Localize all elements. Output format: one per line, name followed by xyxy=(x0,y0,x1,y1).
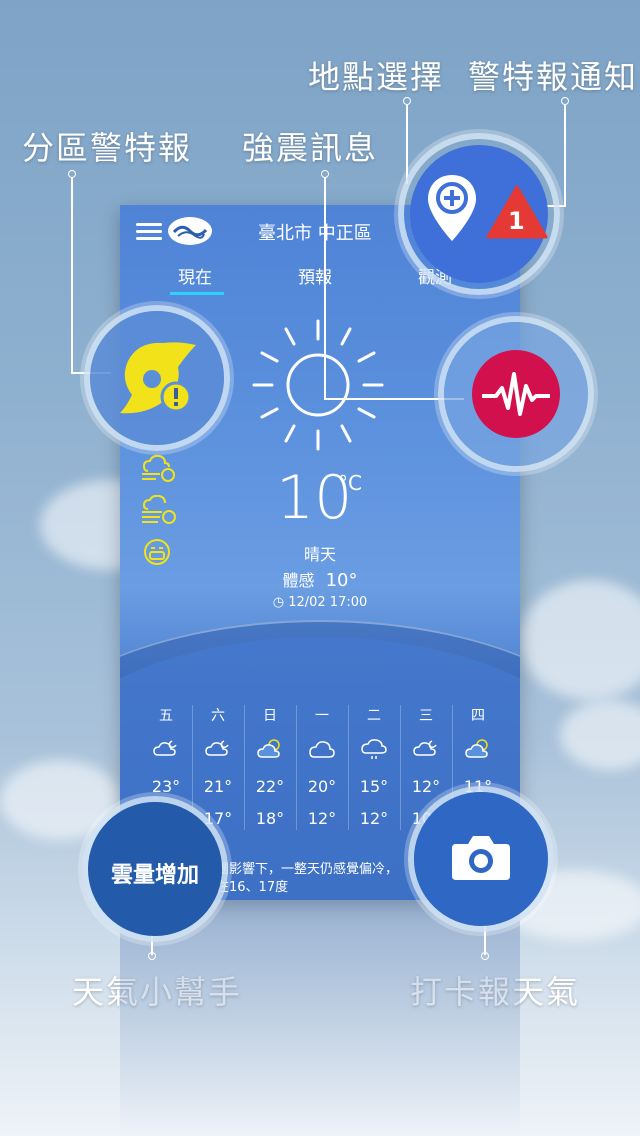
active-tab-indicator xyxy=(170,292,224,295)
partly-sunny-icon xyxy=(465,739,488,758)
forecast-day-name: 一 xyxy=(315,708,329,724)
forecast-high: 15° xyxy=(359,777,389,796)
forecast-day-name: 日 xyxy=(263,708,277,724)
update-time: ◷ 12/02 17:00 xyxy=(120,595,520,610)
district-warning-bubble[interactable] xyxy=(84,305,230,451)
cloud xyxy=(560,700,640,770)
cloud xyxy=(520,580,640,700)
cloudy-icon xyxy=(309,741,335,758)
helper-note-line: 在16、17度 xyxy=(216,880,289,895)
connector-dot xyxy=(403,97,411,105)
connector-dot xyxy=(68,170,76,178)
update-time-text: 12/02 17:00 xyxy=(288,595,368,610)
feels-like-label: 體感 xyxy=(282,571,315,590)
connector-dot xyxy=(561,97,569,105)
camera-icon[interactable] xyxy=(450,834,512,882)
tab-now[interactable]: 現在 xyxy=(178,263,212,288)
label-earthquake: 強震訊息 xyxy=(242,129,379,167)
earthquake-bubble[interactable] xyxy=(438,316,594,472)
weather-condition: 晴天 xyxy=(303,545,336,564)
typhoon-icon xyxy=(120,342,196,414)
connector-dot xyxy=(321,170,329,178)
connector-dot xyxy=(148,952,156,960)
feels-like-value: 10° xyxy=(325,570,358,591)
city-name[interactable]: 臺北市 中正區 xyxy=(258,219,372,245)
label-location-select: 地點選擇 xyxy=(308,58,445,96)
partly-cloudy-night-icon xyxy=(413,740,437,756)
wind-alert-icon[interactable] xyxy=(140,453,176,483)
forecast-day-name: 六 xyxy=(211,708,225,724)
label-district-warning: 分區警特報 xyxy=(22,129,193,167)
partly-cloudy-night-icon xyxy=(153,740,177,756)
connector-line xyxy=(564,104,566,206)
forecast-low: 18° xyxy=(255,809,285,828)
partly-sunny-icon xyxy=(257,739,280,758)
rain-cloud-icon xyxy=(361,739,387,759)
sun-icon xyxy=(252,319,384,451)
add-location-icon[interactable] xyxy=(426,173,478,245)
helper-note: 團影響下，一整天仍感覺偏冷， 在16、17度 xyxy=(216,861,398,897)
connector-line xyxy=(406,104,408,184)
connector-line xyxy=(324,177,326,399)
forecast-high: 20° xyxy=(307,777,337,796)
forecast-high: 23° xyxy=(151,777,181,796)
label-warning-notify: 警特報通知 xyxy=(468,58,639,96)
weather-helper-bubble[interactable]: 雲量增加 xyxy=(82,796,228,942)
connector-dot xyxy=(481,952,489,960)
tab-forecast[interactable]: 預報 xyxy=(298,263,332,288)
helper-note-line: 團影響下，一整天仍感覺偏冷， xyxy=(216,862,399,877)
forecast-high: 12° xyxy=(411,777,441,796)
forecast-high: 22° xyxy=(255,777,285,796)
forecast-low: 12° xyxy=(307,809,337,828)
forecast-day-name: 三 xyxy=(419,708,433,724)
checkin-camera-bubble[interactable] xyxy=(408,786,554,932)
forecast-high: 21° xyxy=(203,777,233,796)
cwb-logo xyxy=(168,217,212,245)
temperature-unit: °C xyxy=(338,471,362,495)
feels-like: 體感 10° xyxy=(120,567,520,591)
fog-alert-icon[interactable] xyxy=(140,495,176,525)
forecast-low: 12° xyxy=(359,809,389,828)
forecast-day-name: 五 xyxy=(159,708,173,724)
menu-icon[interactable] xyxy=(136,223,162,241)
earthquake-icon xyxy=(482,372,550,416)
forecast-day-name: 二 xyxy=(367,708,381,724)
helper-bubble-text: 雲量增加 xyxy=(110,863,199,888)
forecast-day-name: 四 xyxy=(471,708,485,724)
location-warning-bubble[interactable]: 1 xyxy=(398,133,560,295)
partly-cloudy-night-icon xyxy=(205,740,229,756)
connector-line xyxy=(71,177,73,373)
clock-icon: ◷ xyxy=(272,595,285,610)
warning-count-badge: 1 xyxy=(508,207,525,235)
